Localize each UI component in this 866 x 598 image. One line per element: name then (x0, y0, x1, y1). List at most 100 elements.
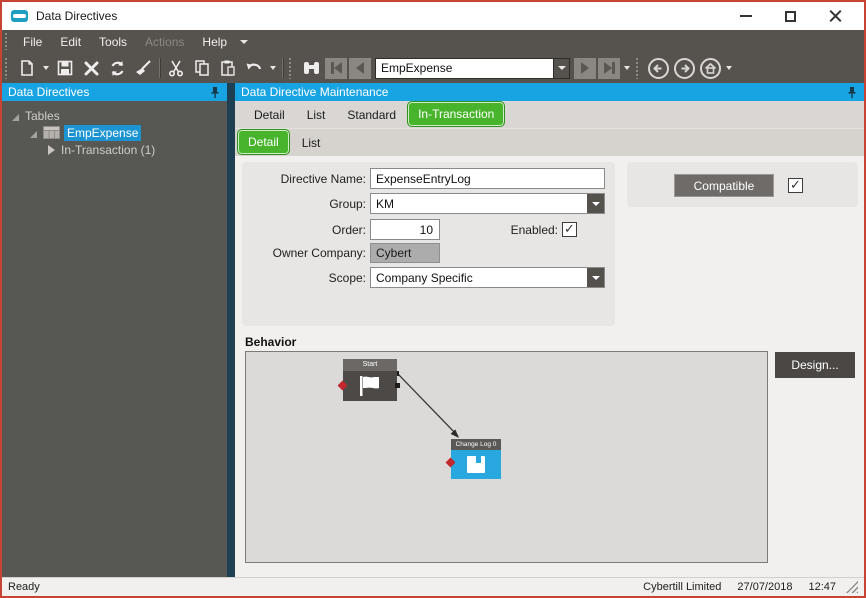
nav-dropdown-icon[interactable] (624, 66, 630, 70)
nav-last-button[interactable] (598, 57, 620, 79)
app-window: Data Directives File Edit Tools Actions … (0, 0, 866, 598)
group-select[interactable]: KM (370, 193, 605, 214)
status-time: 12:47 (808, 581, 836, 593)
left-panel-title: Data Directives (8, 85, 90, 99)
close-button[interactable] (813, 2, 858, 30)
scope-select[interactable]: Company Specific (370, 267, 605, 288)
tree-item-empexpense[interactable]: EmpExpense (2, 124, 227, 141)
company-name: Cybertill Limited (643, 581, 722, 593)
flow-connector (394, 371, 459, 438)
tab-standard[interactable]: Standard (336, 104, 407, 128)
order-input[interactable]: 10 (370, 219, 440, 240)
document-icon (467, 456, 485, 473)
save-button[interactable] (52, 55, 78, 81)
broom-icon (135, 59, 151, 75)
toolbar-grip[interactable] (5, 57, 10, 79)
left-panel-header: Data Directives (2, 83, 227, 101)
refresh-button[interactable] (104, 55, 130, 81)
start-node[interactable]: Start (337, 359, 400, 401)
resize-grip[interactable] (846, 581, 858, 593)
design-button[interactable]: Design... (775, 352, 855, 378)
cut-button[interactable] (163, 55, 189, 81)
behavior-diagram[interactable]: Start Change Log 0 (245, 351, 768, 563)
record-combobox (375, 57, 570, 79)
forward-arrow-icon (673, 57, 695, 79)
menu-grip[interactable] (5, 33, 10, 50)
refresh-icon (111, 60, 123, 76)
right-panel-title: Data Directive Maintenance (241, 85, 389, 99)
nav-first-button[interactable] (325, 57, 347, 79)
undo-button[interactable] (241, 55, 267, 81)
pin-icon[interactable] (210, 86, 220, 99)
directive-name-label: Directive Name: (280, 171, 366, 186)
expanded-arrow-icon[interactable] (12, 107, 19, 121)
nav-next-icon (581, 62, 589, 74)
compatible-button[interactable]: Compatible (674, 174, 774, 197)
tables-tree: Tables EmpExpense In-Transaction (1) (2, 101, 227, 158)
menu-actions: Actions (145, 34, 185, 49)
subtab-list[interactable]: List (290, 131, 333, 155)
chevron-down-icon[interactable] (587, 268, 604, 287)
panel-splitter[interactable] (227, 83, 235, 577)
maximize-icon (785, 10, 796, 22)
compatible-checkbox[interactable] (788, 177, 803, 193)
delete-button[interactable] (78, 55, 104, 81)
home-icon (699, 57, 721, 79)
record-combo-dropdown-icon[interactable] (553, 57, 570, 79)
toolbar-grip[interactable] (636, 57, 641, 79)
input-port-icon (337, 380, 348, 391)
forward-button[interactable] (671, 55, 697, 81)
menu-overflow-icon[interactable] (240, 39, 249, 44)
maximize-button[interactable] (768, 2, 813, 30)
menu-tools[interactable]: Tools (90, 32, 136, 52)
paste-button[interactable] (215, 55, 241, 81)
tab-in-transaction[interactable]: In-Transaction (407, 101, 506, 127)
sub-tabs: Detail List (235, 128, 864, 156)
expanded-arrow-icon[interactable] (30, 124, 37, 138)
clean-button[interactable] (130, 55, 156, 81)
chevron-down-icon[interactable] (587, 194, 604, 213)
table-icon (43, 126, 60, 139)
change-log-node[interactable]: Change Log 0 (445, 439, 501, 479)
right-panel-header: Data Directive Maintenance (235, 83, 864, 101)
history-dropdown-icon[interactable] (726, 66, 732, 70)
back-arrow-icon (647, 57, 669, 79)
menu-edit[interactable]: Edit (51, 32, 90, 52)
binoculars-icon (303, 62, 319, 74)
status-text: Ready (8, 581, 40, 593)
nav-next-button[interactable] (574, 57, 596, 79)
nav-previous-button[interactable] (349, 57, 371, 79)
scissors-icon (168, 60, 183, 77)
enabled-checkbox[interactable] (562, 221, 577, 237)
new-document-dropdown-icon[interactable] (43, 66, 49, 70)
collapsed-arrow-icon[interactable] (48, 144, 55, 155)
copy-button[interactable] (189, 55, 215, 81)
flag-icon (360, 376, 379, 396)
menu-file[interactable]: File (14, 32, 51, 52)
tab-list[interactable]: List (296, 104, 337, 128)
find-button[interactable] (298, 55, 324, 81)
record-combo-input[interactable] (375, 57, 553, 79)
minimize-button[interactable] (723, 2, 768, 30)
minimize-icon (739, 15, 752, 17)
close-icon (829, 10, 842, 23)
undo-dropdown-icon[interactable] (270, 66, 276, 70)
home-button[interactable] (697, 55, 723, 81)
paste-icon (221, 60, 235, 76)
pin-icon[interactable] (847, 86, 857, 99)
new-document-button[interactable] (14, 55, 40, 81)
menu-bar: File Edit Tools Actions Help (2, 30, 864, 53)
subtab-detail[interactable]: Detail (237, 129, 290, 155)
menu-help[interactable]: Help (193, 32, 236, 52)
directive-name-input[interactable]: ExpenseEntryLog (370, 168, 605, 189)
undo-icon (246, 63, 262, 70)
status-date: 27/07/2018 (737, 581, 793, 593)
toolbar-grip[interactable] (289, 57, 294, 79)
back-button[interactable] (645, 55, 671, 81)
main-tabs: Detail List Standard In-Transaction (235, 101, 864, 128)
data-directives-panel: Data Directives Tables EmpExpense In-Tra… (2, 83, 227, 577)
toolbar (2, 53, 864, 83)
tree-item-in-transaction[interactable]: In-Transaction (1) (2, 141, 227, 158)
tab-detail[interactable]: Detail (243, 104, 296, 128)
tree-item-tables[interactable]: Tables (2, 107, 227, 124)
